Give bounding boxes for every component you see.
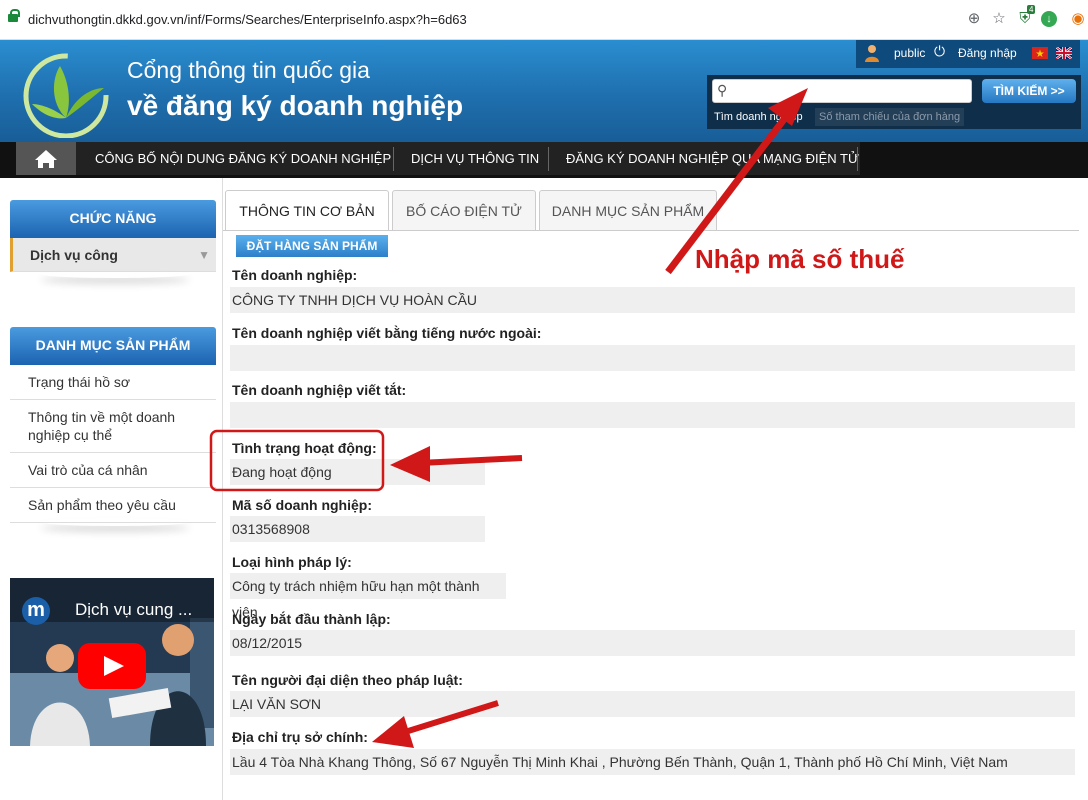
sidebar-item-dich-vu-cong[interactable]: Dịch vụ công ▼ [10,238,216,272]
search-input[interactable]: ⚲ [712,79,972,103]
download-icon[interactable]: ↓ [1041,11,1057,27]
home-button[interactable] [16,142,76,175]
field-value-foreign-name [230,345,1075,371]
nav-item-dang-ky[interactable]: ĐĂNG KÝ DOANH NGHIỆP QUA MẠNG ĐIỆN TỬ [566,151,859,166]
star-icon[interactable]: ☆ [990,10,1008,28]
search-button[interactable]: TÌM KIẾM >> [982,79,1076,103]
browser-address-bar: dichvuthongtin.dkkd.gov.vn/inf/Forms/Sea… [0,0,1088,40]
order-product-button[interactable]: ĐẶT HÀNG SẢN PHẨM [236,235,388,257]
power-icon[interactable]: ⏻ [934,43,945,60]
field-value-legal-rep: LẠI VĂN SƠN [230,691,1075,717]
user-avatar-icon [865,45,879,62]
field-value-short-name [230,402,1075,428]
field-label-address: Địa chỉ trụ sở chính: [232,729,368,745]
youtube-play-icon[interactable] [78,643,146,689]
tab-thong-tin-co-ban[interactable]: THÔNG TIN CƠ BẢN [225,190,389,230]
site-header: Cổng thông tin quốc gia về đăng ký doanh… [0,40,1088,142]
field-value-company-name: CÔNG TY TNHH DỊCH VỤ HOÀN CẦU [230,287,1075,313]
extension-badge: 4 [1027,5,1036,14]
search-tab-enterprise[interactable]: Tìm doanh nghiệp [711,108,806,126]
field-label-legal-type: Loại hình pháp lý: [232,554,352,570]
field-value-status: Đang hoạt động [230,459,485,485]
vietnam-flag-icon[interactable] [1032,47,1048,59]
search-panel: ⚲ TÌM KIẾM >> Tìm doanh nghiệp Số tham c… [707,75,1081,129]
sidebar-item-thong-tin[interactable]: Thông tin về một doanh nghiệp cụ thể [10,400,216,453]
site-title-line2: về đăng ký doanh nghiệp [127,90,464,121]
nav-divider [857,147,858,171]
panel-shadow [40,518,190,526]
field-label-company-name: Tên doanh nghiệp: [232,267,358,283]
field-label-legal-rep: Tên người đại diện theo pháp luật: [232,672,463,688]
dropdown-arrow-icon: ▼ [198,248,210,262]
tab-bo-cao-dien-tu[interactable]: BỐ CÁO ĐIỆN TỬ [392,190,536,230]
panel-shadow [40,270,190,278]
sidebar-item-label: Dịch vụ công [30,247,118,263]
field-label-tax-code: Mã số doanh nghiệp: [232,497,372,513]
extension-icon[interactable]: ◉ [1069,10,1087,28]
search-tab-order-ref[interactable]: Số tham chiếu của đơn hàng [815,108,965,126]
field-value-legal-type: Công ty trách nhiệm hữu hạn một thành vi… [230,573,506,620]
site-logo-icon [23,53,109,138]
video-embed[interactable]: m Dịch vụ cung ... [10,578,214,746]
field-value-address: Lầu 4 Tòa Nhà Khang Thông, Số 67 Nguyễn … [230,749,1075,775]
lock-icon [8,9,20,22]
video-title[interactable]: Dịch vụ cung ... [75,600,192,620]
field-label-founding-date: Ngày bắt đầu thành lập: [232,611,391,627]
channel-avatar-icon[interactable]: m [22,597,50,625]
search-icon: ⚲ [717,82,728,98]
uk-flag-icon[interactable] [1056,47,1072,59]
user-name[interactable]: public [894,46,925,60]
field-label-status: Tình trạng hoạt động: [232,440,377,456]
main-content: THÔNG TIN CƠ BẢN BỐ CÁO ĐIỆN TỬ DANH MỤC… [222,178,1079,800]
functions-header: CHỨC NĂNG [10,200,216,238]
field-value-founding-date: 08/12/2015 [230,630,1075,656]
field-value-tax-code: 0313568908 [230,516,485,542]
nav-item-cong-bo[interactable]: CÔNG BỐ NỘI DUNG ĐĂNG KÝ DOANH NGHIỆP [95,151,391,166]
login-link[interactable]: Đăng nhập [958,46,1017,60]
annotation-label: Nhập mã số thuế [695,244,905,274]
user-bar: public ⏻ Đăng nhập [856,40,1080,68]
url-text[interactable]: dichvuthongtin.dkkd.gov.vn/inf/Forms/Sea… [28,12,467,27]
nav-divider [393,147,394,171]
field-label-short-name: Tên doanh nghiệp viết tắt: [232,382,407,398]
main-nav: CÔNG BỐ NỘI DUNG ĐĂNG KÝ DOANH NGHIỆP DỊ… [0,142,1088,178]
field-label-foreign-name: Tên doanh nghiệp viết bằng tiếng nước ng… [232,325,542,341]
site-title-line1: Cổng thông tin quốc gia [127,57,370,83]
tab-underline [223,230,1079,231]
sidebar-item-trang-thai[interactable]: Trạng thái hồ sơ [10,365,216,400]
zoom-icon[interactable]: ⊕ [965,10,983,28]
sidebar-item-vai-tro[interactable]: Vai trò của cá nhân [10,453,216,488]
home-icon [35,150,57,168]
products-header: DANH MỤC SẢN PHẨM [10,327,216,365]
nav-item-dich-vu[interactable]: DỊCH VỤ THÔNG TIN [411,151,539,166]
tab-danh-muc-san-pham[interactable]: DANH MỤC SẢN PHẨM [539,190,717,230]
nav-divider [548,147,549,171]
